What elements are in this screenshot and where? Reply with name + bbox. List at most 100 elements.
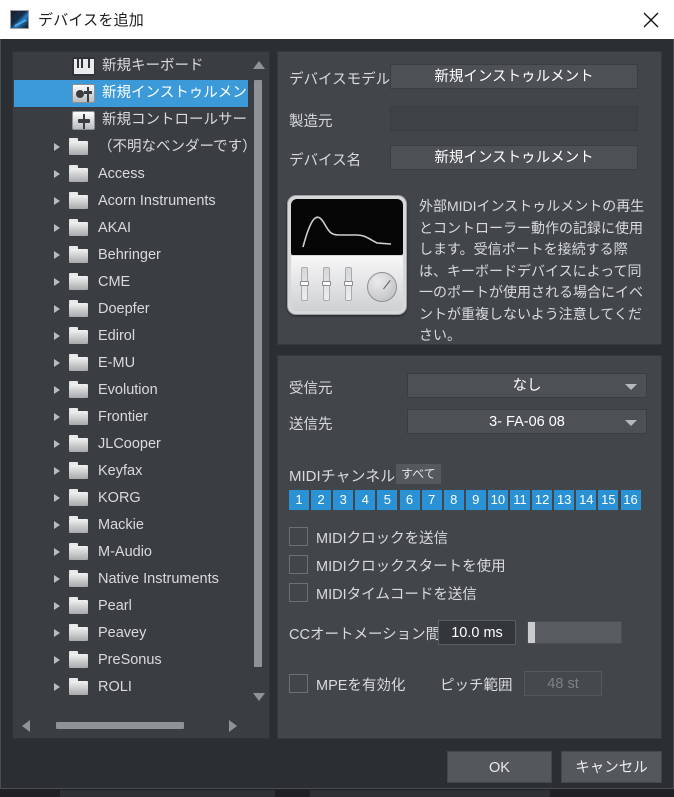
tree-item-vendor[interactable]: Evolution xyxy=(14,377,250,404)
midi-channel-button[interactable]: 1 xyxy=(289,490,309,510)
scrollbar-thumb[interactable] xyxy=(254,80,262,667)
scrollbar-thumb-horizontal[interactable] xyxy=(56,722,184,729)
scroll-up-icon[interactable] xyxy=(253,61,265,69)
tree-item-label: 新規コントロールサーフェス xyxy=(102,112,250,128)
folder-icon xyxy=(69,489,88,506)
chevron-right-icon[interactable] xyxy=(54,494,60,502)
chevron-right-icon[interactable] xyxy=(54,602,60,610)
midi-channel-button[interactable]: 4 xyxy=(355,490,376,510)
tree-item-vendor[interactable]: PreSonus xyxy=(14,647,250,674)
receive-from-select[interactable]: なし xyxy=(407,373,647,398)
tree-item-vendor[interactable]: Native Instruments xyxy=(14,566,250,593)
midi-channel-button[interactable]: 12 xyxy=(532,490,553,510)
chevron-right-icon[interactable] xyxy=(54,359,60,367)
folder-icon xyxy=(69,165,88,182)
tree-item-vendor[interactable]: E-MU xyxy=(14,350,250,377)
tree-item-vendor[interactable]: ROLI xyxy=(14,674,250,701)
scroll-right-icon[interactable] xyxy=(229,720,237,732)
tree-item-new-instrument[interactable]: 新規インストゥルメント xyxy=(14,80,250,107)
tree-item-vendor[interactable]: Keyfax xyxy=(14,458,250,485)
midi-channel-button[interactable]: 11 xyxy=(510,490,530,510)
ok-button[interactable]: OK xyxy=(447,751,552,783)
midi-channel-button[interactable]: 13 xyxy=(554,490,575,510)
midi-channel-button[interactable]: 16 xyxy=(620,490,641,510)
tree-vertical-scrollbar[interactable] xyxy=(248,53,268,713)
tree-item-new-control-surface[interactable]: 新規コントロールサーフェス xyxy=(14,107,250,134)
midi-channel-button[interactable]: 2 xyxy=(311,490,332,510)
chevron-right-icon[interactable] xyxy=(54,440,60,448)
checkbox-use-midi-clock-start[interactable] xyxy=(289,555,308,574)
midi-channel-button[interactable]: 6 xyxy=(399,490,420,510)
close-icon[interactable] xyxy=(628,0,674,39)
checkbox-send-midi-timecode[interactable] xyxy=(289,583,308,602)
tree-item-vendor[interactable]: CME xyxy=(14,269,250,296)
checkbox-send-midi-clock[interactable] xyxy=(289,527,308,546)
midi-channel-button[interactable]: 3 xyxy=(333,490,354,510)
chevron-right-icon[interactable] xyxy=(54,278,60,286)
midi-channel-button[interactable]: 15 xyxy=(598,490,619,510)
chevron-right-icon[interactable] xyxy=(54,251,60,259)
tree-item-vendor[interactable]: Mackie xyxy=(14,512,250,539)
pitch-range-value[interactable]: 48 st xyxy=(524,671,602,696)
send-to-select[interactable]: 3- FA-06 08 xyxy=(407,409,647,434)
folder-icon xyxy=(69,273,88,290)
midi-channel-button[interactable]: 5 xyxy=(377,490,398,510)
chevron-right-icon[interactable] xyxy=(54,143,60,151)
select-all-channels-button[interactable]: すべて xyxy=(396,464,441,484)
midi-channel-button[interactable]: 7 xyxy=(421,490,442,510)
tree-item-label: Mackie xyxy=(98,517,144,533)
chevron-right-icon[interactable] xyxy=(54,548,60,556)
tree-item-vendor[interactable]: Edirol xyxy=(14,323,250,350)
tree-item-vendor[interactable]: AKAI xyxy=(14,215,250,242)
chevron-right-icon[interactable] xyxy=(54,386,60,394)
chevron-right-icon[interactable] xyxy=(54,305,60,313)
device-faceplate xyxy=(291,256,403,311)
midi-channel-button[interactable]: 9 xyxy=(465,490,486,510)
tree-horizontal-scrollbar[interactable] xyxy=(14,713,268,737)
midi-channel-buttons[interactable]: 1 2 3 4 5 6 7 8 9 10 11 12 13 14 15 16 xyxy=(289,490,641,510)
tree-item-vendor[interactable]: Acorn Instruments xyxy=(14,188,250,215)
chevron-right-icon[interactable] xyxy=(54,413,60,421)
app-logo-icon xyxy=(10,10,29,29)
chevron-right-icon[interactable] xyxy=(54,170,60,178)
tree-item-vendor[interactable]: Frontier xyxy=(14,404,250,431)
tree-item-label: KORG xyxy=(98,490,141,506)
chevron-right-icon[interactable] xyxy=(54,575,60,583)
background-strip xyxy=(310,790,550,797)
manufacturer-field[interactable] xyxy=(390,106,638,131)
scroll-left-icon[interactable] xyxy=(22,720,30,732)
tree-item-vendor[interactable]: M-Audio xyxy=(14,539,250,566)
chevron-right-icon[interactable] xyxy=(54,656,60,664)
tree-item-vendor[interactable]: JLCooper xyxy=(14,431,250,458)
pitch-range-label: ピッチ範囲 xyxy=(440,678,513,694)
tree-item-vendor[interactable]: Behringer xyxy=(14,242,250,269)
tree-item-new-keyboard[interactable]: 新規キーボード xyxy=(14,53,250,80)
folder-icon xyxy=(69,327,88,344)
checkbox-enable-mpe[interactable] xyxy=(289,674,308,693)
chevron-right-icon[interactable] xyxy=(54,224,60,232)
scroll-down-icon[interactable] xyxy=(253,693,265,701)
cc-automation-interval-slider[interactable] xyxy=(527,621,622,644)
chevron-right-icon[interactable] xyxy=(54,521,60,529)
slider-handle[interactable] xyxy=(528,622,535,643)
tree-item-vendor[interactable]: （不明なベンダーです） xyxy=(14,134,250,161)
tree-item-vendor[interactable]: Doepfer xyxy=(14,296,250,323)
chevron-right-icon[interactable] xyxy=(54,629,60,637)
label-send-midi-timecode: MIDIタイムコードを送信 xyxy=(316,587,477,603)
tree-item-vendor[interactable]: KORG xyxy=(14,485,250,512)
tree-item-vendor[interactable]: Pearl xyxy=(14,593,250,620)
chevron-right-icon[interactable] xyxy=(54,332,60,340)
device-name-field[interactable]: 新規インストゥルメント xyxy=(390,145,638,170)
chevron-right-icon[interactable] xyxy=(54,197,60,205)
cc-automation-interval-value[interactable]: 10.0 ms xyxy=(438,620,516,645)
chevron-right-icon[interactable] xyxy=(54,467,60,475)
chevron-right-icon[interactable] xyxy=(54,683,60,691)
midi-channel-button[interactable]: 8 xyxy=(443,490,464,510)
midi-channel-button[interactable]: 14 xyxy=(576,490,597,510)
tree-item-vendor[interactable]: Access xyxy=(14,161,250,188)
device-tree-list[interactable]: 新規キーボード 新規インストゥルメント 新規コントロールサーフェス （不明なベン… xyxy=(14,53,250,713)
cancel-button[interactable]: キャンセル xyxy=(561,751,662,783)
tree-item-vendor[interactable]: Peavey xyxy=(14,620,250,647)
midi-channel-button[interactable]: 10 xyxy=(487,490,508,510)
device-model-value[interactable]: 新規インストゥルメント xyxy=(390,64,638,89)
